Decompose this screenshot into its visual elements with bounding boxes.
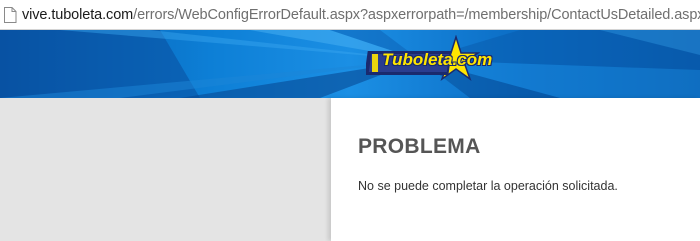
left-panel xyxy=(0,98,331,241)
address-bar[interactable]: vive.tuboleta.com/errors/WebConfigErrorD… xyxy=(0,0,700,30)
error-message: No se puede completar la operación solic… xyxy=(358,179,618,193)
url-path: /errors/WebConfigErrorDefault.aspx?aspxe… xyxy=(133,7,700,23)
document-icon xyxy=(4,7,17,23)
logo-text: Tuboleta.com xyxy=(382,50,493,69)
error-panel: PROBLEMA No se puede completar la operac… xyxy=(331,98,700,241)
url-domain: vive.tuboleta.com xyxy=(22,7,134,23)
banner-rays xyxy=(0,30,700,98)
url-text[interactable]: vive.tuboleta.com/errors/WebConfigErrorD… xyxy=(22,5,700,25)
site-banner: Tuboleta.com xyxy=(0,30,700,98)
error-title: PROBLEMA xyxy=(358,135,481,158)
